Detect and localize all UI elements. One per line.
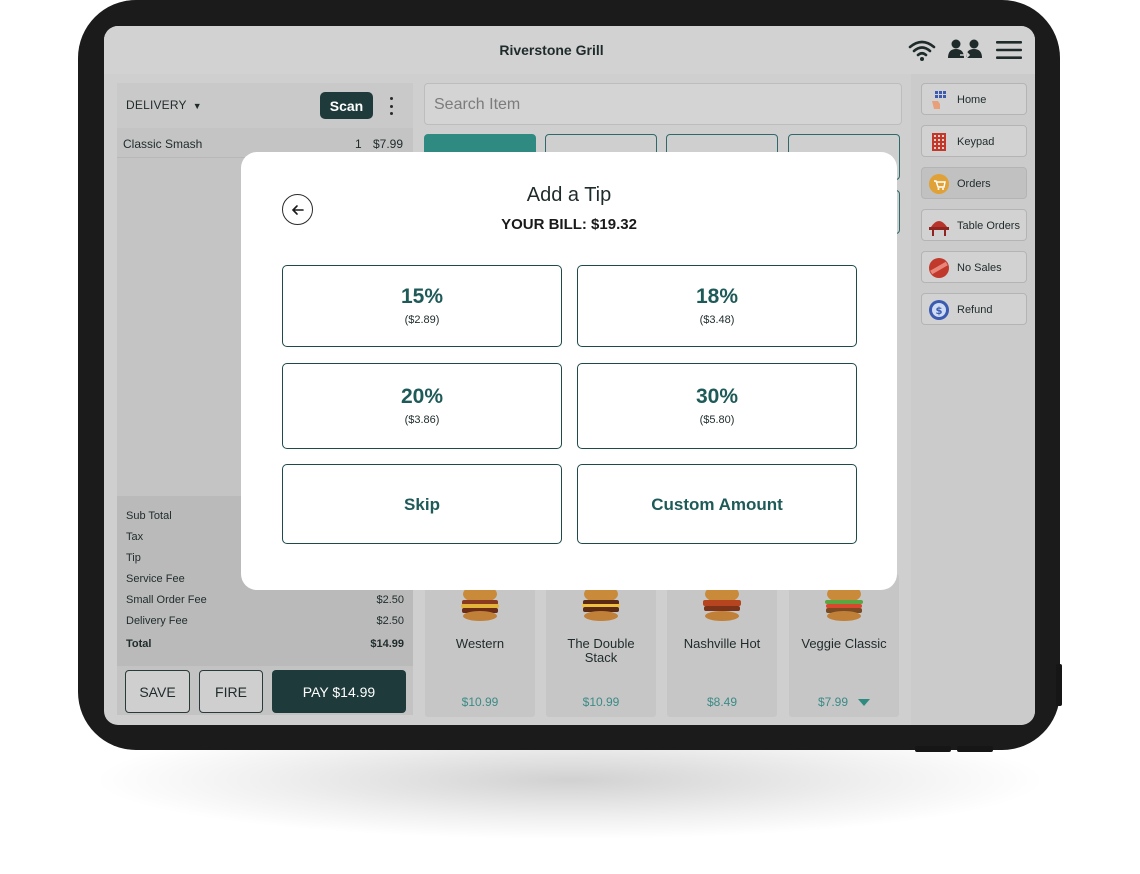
modal-title: Add a Tip <box>526 184 612 206</box>
line-item-price: $7.99 <box>373 137 404 151</box>
nav-label: No Sales <box>957 262 1002 274</box>
more-options-icon[interactable] <box>387 97 395 115</box>
pay-button[interactable]: PAY $14.99 <box>272 670 406 713</box>
tip-amount: ($3.86) <box>404 414 440 426</box>
tip-option-30[interactable]: 30% ($5.80) <box>577 363 857 449</box>
nav-label: Refund <box>957 304 993 316</box>
table-orders-icon <box>929 221 949 236</box>
bill-amount: YOUR BILL: $19.32 <box>501 216 637 233</box>
search-input[interactable]: Search Item <box>424 83 902 125</box>
menu-icon[interactable] <box>994 36 1024 64</box>
line-item-qty: 1 <box>355 137 362 151</box>
menu-item-card[interactable]: Western $10.99 <box>425 574 535 717</box>
right-nav: Home Keypad Orders Table Orders No Sales… <box>911 74 1035 725</box>
home-icon <box>932 91 946 109</box>
tip-option-15[interactable]: 15% ($2.89) <box>282 265 562 347</box>
custom-amount-label: Custom Amount <box>651 495 783 514</box>
tip-amount: ($5.80) <box>699 414 735 426</box>
order-action-bar: SAVE FIRE PAY $14.99 <box>117 666 413 715</box>
nav-table-orders[interactable]: Table Orders <box>921 209 1027 241</box>
svg-text:$: $ <box>936 306 943 317</box>
tip-modal: Add a Tip YOUR BILL: $19.32 15% ($2.89) … <box>241 152 897 590</box>
small-order-fee-row: Small Order Fee $2.50 <box>126 594 404 606</box>
menu-item-name: The Double Stack <box>567 636 635 665</box>
app-header: Riverstone Grill <box>104 26 1035 74</box>
tip-option-18[interactable]: 18% ($3.48) <box>577 265 857 347</box>
tip-amount: ($3.48) <box>699 314 735 326</box>
order-type-bar: DELIVERY ▼ Scan <box>117 83 413 128</box>
tip-percent: 20% <box>400 385 444 408</box>
nav-home[interactable]: Home <box>921 83 1027 115</box>
keypad-icon <box>932 133 946 151</box>
no-sales-icon <box>929 258 949 278</box>
menu-item-price: $10.99 <box>461 695 499 709</box>
menu-item-price: $8.49 <box>706 695 738 709</box>
skip-label: Skip <box>404 495 440 514</box>
tablet-volume-button <box>957 746 993 752</box>
stage: Riverstone Grill DELIVERY ▼ Scan Classic… <box>0 0 1140 874</box>
fire-button[interactable]: FIRE <box>199 670 263 713</box>
nav-label: Keypad <box>957 136 995 148</box>
tip-option-20[interactable]: 20% ($3.86) <box>282 363 562 449</box>
delivery-fee-row: Delivery Fee $2.50 <box>126 615 404 627</box>
order-type-label: DELIVERY <box>126 98 187 112</box>
caret-down-icon: ▼ <box>192 101 202 111</box>
menu-item-price: $7.99 <box>789 695 899 709</box>
tablet-volume-button <box>915 746 951 752</box>
tip-percent: 30% <box>695 385 739 408</box>
nav-label: Table Orders <box>957 220 1020 232</box>
tablet-side-button <box>1056 664 1062 706</box>
nav-keypad[interactable]: Keypad <box>921 125 1027 157</box>
menu-item-name: Veggie Classic <box>801 636 887 651</box>
menu-item-card[interactable]: Nashville Hot $8.49 <box>667 574 777 717</box>
menu-item-name: Western <box>455 636 505 651</box>
wifi-icon <box>907 36 937 64</box>
menu-item-card[interactable]: The Double Stack $10.99 <box>546 574 656 717</box>
app-title: Riverstone Grill <box>499 42 604 58</box>
nav-label: Home <box>957 94 987 106</box>
switch-user-icon[interactable] <box>947 36 983 64</box>
total-row: Total $14.99 <box>126 638 404 650</box>
menu-item-price: $10.99 <box>582 695 620 709</box>
nav-label: Orders <box>957 178 991 190</box>
order-type-dropdown[interactable]: DELIVERY ▼ <box>126 98 202 112</box>
tip-percent: 15% <box>400 285 444 308</box>
tip-percent: 18% <box>695 285 739 308</box>
custom-amount-button[interactable]: Custom Amount <box>577 464 857 544</box>
nav-orders[interactable]: Orders <box>921 167 1027 199</box>
scan-button[interactable]: Scan <box>320 92 373 119</box>
caret-down-icon[interactable] <box>858 699 871 707</box>
nav-refund[interactable]: $ Refund <box>921 293 1027 325</box>
tip-amount: ($2.89) <box>404 314 440 326</box>
nav-no-sales[interactable]: No Sales <box>921 251 1027 283</box>
menu-item-name: Nashville Hot <box>683 636 761 651</box>
skip-tip-button[interactable]: Skip <box>282 464 562 544</box>
orders-icon <box>929 174 949 194</box>
refund-icon: $ <box>929 300 949 320</box>
menu-item-card[interactable]: Veggie Classic $7.99 <box>789 574 899 717</box>
line-item-name: Classic Smash <box>123 137 203 151</box>
save-button[interactable]: SAVE <box>125 670 190 713</box>
